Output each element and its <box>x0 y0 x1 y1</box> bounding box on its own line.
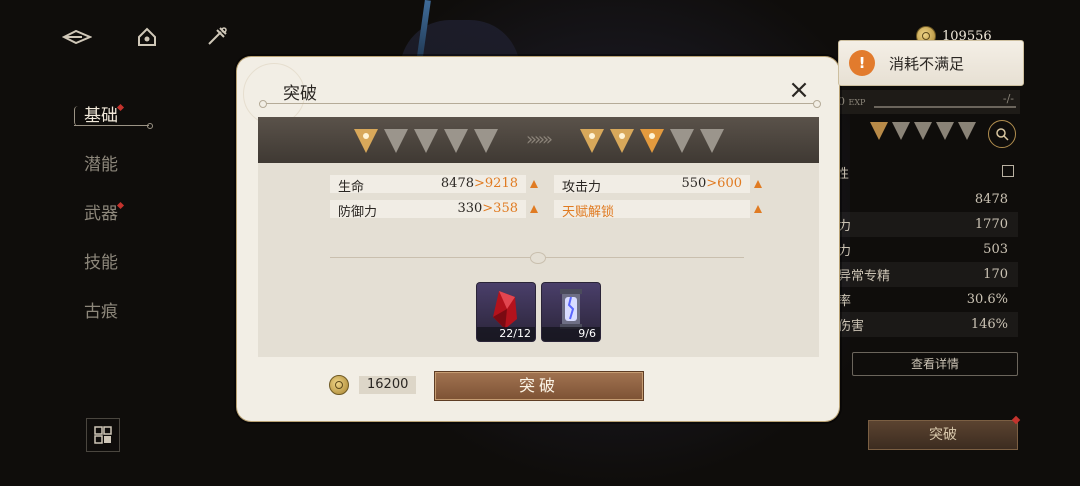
breakthrough-dialog: 突破 × »»» 生命 8478>9218 攻击力 550>600 防御力 33… <box>237 57 839 421</box>
home-icon[interactable] <box>132 22 162 52</box>
content-divider <box>330 252 744 264</box>
close-icon[interactable]: × <box>785 77 813 105</box>
warning-icon: ! <box>849 50 875 76</box>
notification-dot <box>116 103 125 112</box>
exp-bar: 0 EXP -/- <box>838 90 1020 114</box>
breakthrough-confirm-button[interactable]: 突破 <box>434 371 644 401</box>
stat-attack: 攻击力 550>600 <box>554 175 750 195</box>
attr-row: 8478 <box>974 192 1008 207</box>
star-rank-after-icons <box>580 129 724 153</box>
grid-icon <box>94 426 112 444</box>
dialog-title: 突破 <box>283 84 317 104</box>
stars-after <box>578 127 728 155</box>
notification-dot <box>1011 415 1021 425</box>
sidebar-item-relic[interactable]: 古痕 <box>74 296 174 345</box>
material-count: 9/6 <box>542 327 600 341</box>
star-rank-strip: »»» <box>258 117 819 163</box>
right-star-rank <box>868 120 980 142</box>
divider-node <box>813 100 821 108</box>
sidebar-item-label: 武器 <box>84 204 118 224</box>
divider-ornament <box>530 252 546 264</box>
sidebar-item-label: 基础 <box>84 106 118 126</box>
attr-row: 力 503 <box>838 242 1008 259</box>
exp-progress <box>874 106 1016 108</box>
sidebar-item-potential[interactable]: 潜能 <box>74 149 174 198</box>
attr-row: 异常专精 170 <box>838 262 1018 287</box>
sidebar-item-label: 古痕 <box>84 302 118 322</box>
material-item[interactable]: 9/6 <box>542 283 600 341</box>
exp-ratio: -/- <box>1002 92 1014 105</box>
stat-hp: 生命 8478>9218 <box>330 175 526 195</box>
view-details-button[interactable]: 查看详情 <box>852 352 1018 376</box>
sidebar-item-skill[interactable]: 技能 <box>74 247 174 296</box>
divider-node <box>259 100 267 108</box>
increase-arrow-icon <box>530 180 538 188</box>
attr-row: 力 1770 <box>838 212 1018 237</box>
star-rank-icons <box>870 122 976 140</box>
sidebar: 基础 潜能 武器 技能 古痕 <box>74 100 174 345</box>
breakthrough-button-secondary[interactable]: 突破 <box>868 415 1021 450</box>
increase-arrow-icon <box>530 205 538 213</box>
sidebar-item-label: 技能 <box>84 253 118 273</box>
toast-message: 消耗不满足 <box>889 54 965 73</box>
material-count: 22/12 <box>477 327 535 341</box>
increase-arrow-icon <box>754 180 762 188</box>
material-item[interactable]: 22/12 <box>477 283 535 341</box>
grid-menu-button[interactable] <box>86 418 120 452</box>
stat-defense: 防御力 330>358 <box>330 200 526 220</box>
increase-arrow-icon <box>754 205 762 213</box>
coin-icon <box>329 375 349 395</box>
search-icon <box>996 128 1009 141</box>
stars-before <box>352 127 502 155</box>
inspect-button[interactable] <box>988 120 1016 148</box>
insufficient-cost-toast: ! 消耗不满足 <box>838 40 1024 86</box>
exp-level: 0 EXP <box>838 95 866 108</box>
top-nav <box>62 22 232 52</box>
active-underline <box>74 123 153 129</box>
back-icon[interactable] <box>62 22 92 52</box>
stat-talent-unlock: 天赋解锁 <box>554 200 750 220</box>
star-rank-before-icons <box>354 129 498 153</box>
sidebar-item-weapon[interactable]: 武器 <box>74 198 174 247</box>
title-divider <box>259 100 821 108</box>
sidebar-item-basic[interactable]: 基础 <box>74 100 174 149</box>
attribute-list: 8478 力 1770 力 503 异常专精 170 率 30.6% 伤害 146% <box>838 187 1018 337</box>
notification-dot <box>116 201 125 210</box>
attr-row: 伤害 146% <box>838 312 1018 337</box>
active-bracket <box>74 106 79 126</box>
copy-icon[interactable] <box>1002 165 1014 177</box>
cost-amount: 16200 <box>359 376 417 394</box>
arrow-icon: »»» <box>526 129 553 150</box>
tools-icon[interactable] <box>202 22 232 52</box>
attr-row: 率 30.6% <box>838 292 1008 309</box>
cost-display: 16200 <box>329 375 417 395</box>
dialog-content: 生命 8478>9218 攻击力 550>600 防御力 330>358 天赋解… <box>258 163 819 357</box>
sidebar-item-label: 潜能 <box>84 155 118 175</box>
button-label: 突破 <box>929 427 957 443</box>
